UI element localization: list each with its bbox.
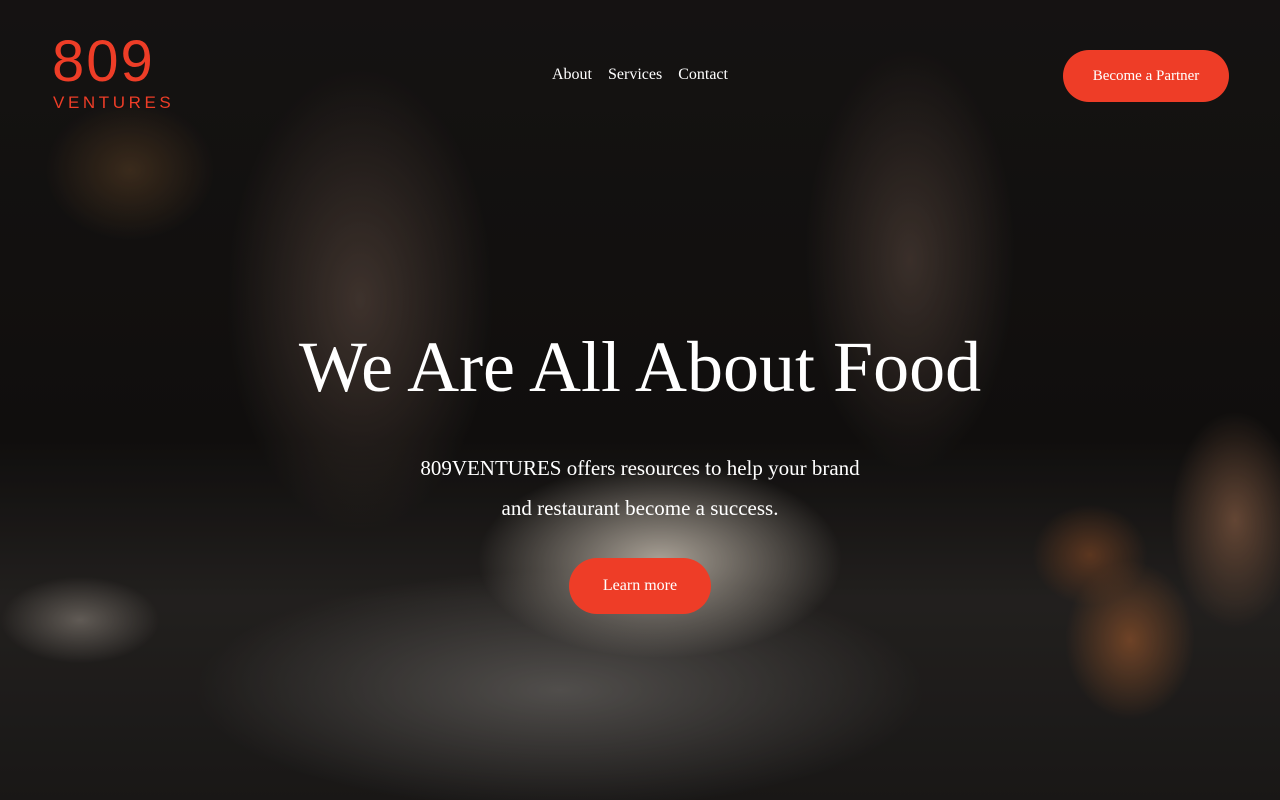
learn-more-button[interactable]: Learn more xyxy=(569,558,711,614)
nav-item-services[interactable]: Services xyxy=(608,64,662,86)
hero-title: We Are All About Food xyxy=(298,327,982,407)
brand-logo[interactable]: 809 VENTURES xyxy=(52,32,184,114)
logo-wordmark: VENTURES xyxy=(53,93,175,112)
landing-page: 809 VENTURES About Services Contact Beco… xyxy=(0,0,1280,800)
nav-item-contact[interactable]: Contact xyxy=(678,64,728,86)
hero-subtitle-line-2: and restaurant become a success. xyxy=(501,496,779,520)
logo-number: 809 xyxy=(52,29,155,94)
hero-subtitle: 809VENTURES offers resources to help you… xyxy=(390,448,890,528)
hero-subtitle-line-1: 809VENTURES offers resources to help you… xyxy=(420,456,860,480)
become-partner-button[interactable]: Become a Partner xyxy=(1063,50,1229,102)
main-nav: About Services Contact xyxy=(552,64,728,86)
nav-item-about[interactable]: About xyxy=(552,64,592,86)
